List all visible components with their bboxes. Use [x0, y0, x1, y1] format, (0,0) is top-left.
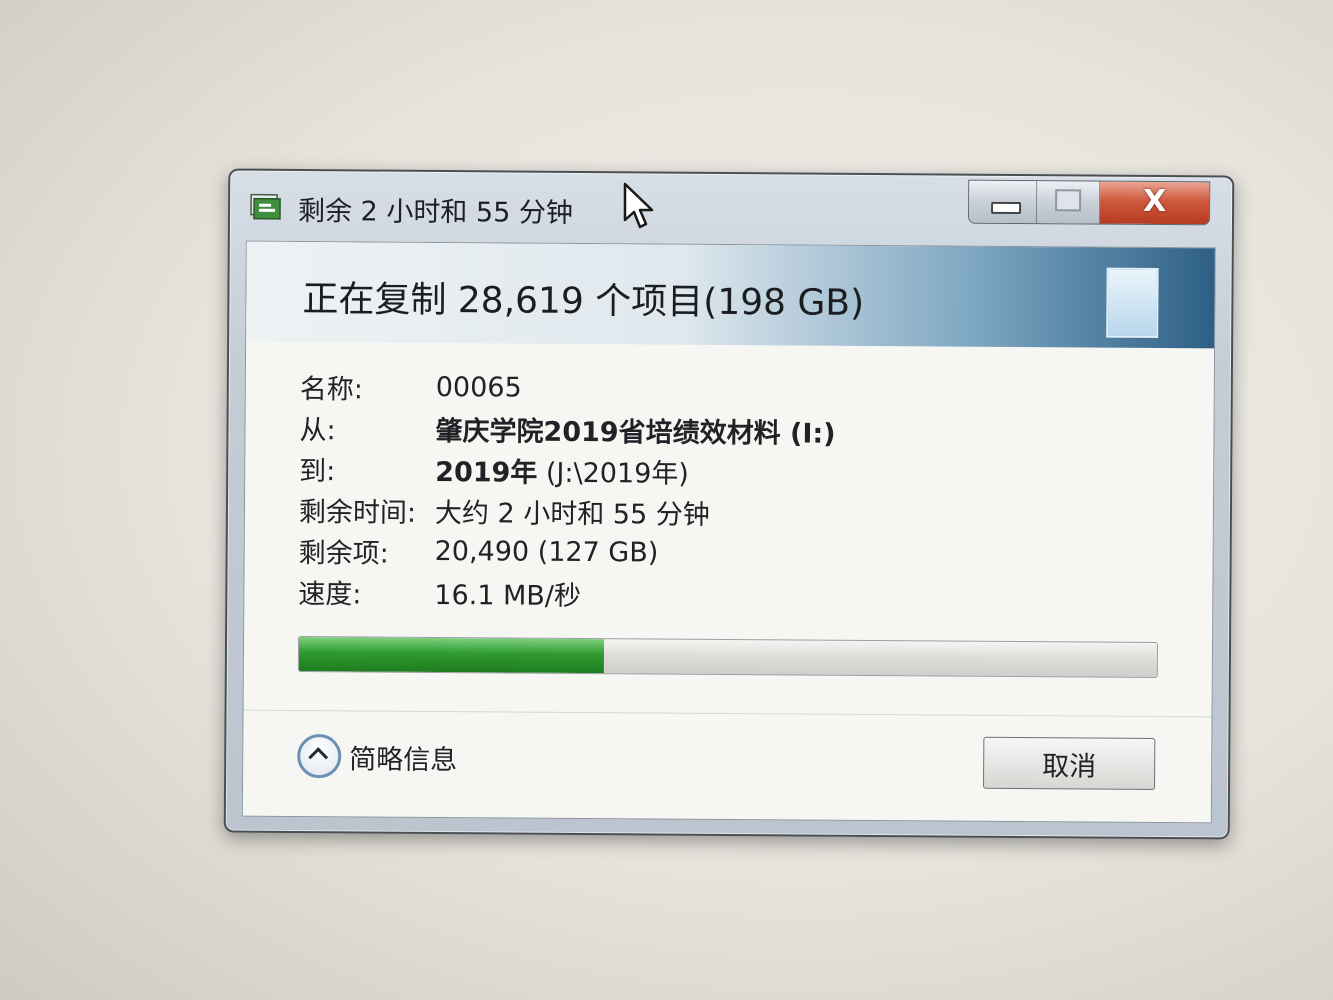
- chevron-up-icon[interactable]: [297, 733, 342, 779]
- detail-row-from: 从: 肇庆学院2019省培绩效材料 (I:): [299, 407, 939, 452]
- detail-label: 剩余项:: [298, 537, 389, 570]
- cancel-button[interactable]: 取消: [983, 736, 1156, 790]
- fewer-details-toggle[interactable]: 简略信息: [297, 733, 457, 779]
- detail-label: 从:: [299, 415, 336, 447]
- detail-label: 到:: [299, 455, 336, 488]
- minimize-icon: [991, 201, 1022, 215]
- destination-path: (J:\2019年): [537, 457, 690, 490]
- details-list: 名称: 00065 从: 肇庆学院2019省培绩效材料 (I:) 到: 2019…: [298, 366, 940, 616]
- source-link[interactable]: 肇庆学院2019省培绩效材料 (I:): [435, 416, 835, 450]
- detail-value: 16.1 MB/秒: [434, 579, 582, 612]
- detail-value[interactable]: 2019年 (J:\2019年): [435, 450, 689, 491]
- footer-separator: [243, 709, 1212, 718]
- detail-row-items-remaining: 剩余项: 20,490 (127 GB): [299, 530, 939, 575]
- detail-label: 名称:: [299, 374, 364, 406]
- dialog-body: 正在复制 28,619 个项目(198 GB) 名称: 00065 从: 肇庆学…: [241, 240, 1216, 824]
- copy-progress-dialog: 剩余 2 小时和 55 分钟 X 正在复制 28,619 个项目(198 GB)…: [223, 168, 1235, 840]
- fewer-details-label[interactable]: 简略信息: [349, 737, 457, 777]
- minimize-button[interactable]: [968, 180, 1038, 224]
- detail-value: 大约 2 小时和 55 分钟: [434, 497, 710, 531]
- progress-fill: [298, 637, 604, 674]
- copy-progress-bar: [297, 635, 1159, 678]
- window-title: 剩余 2 小时和 55 分钟: [297, 195, 574, 229]
- close-button[interactable]: X: [1099, 181, 1210, 225]
- detail-label: 速度:: [298, 578, 362, 611]
- detail-row-name: 名称: 00065: [300, 366, 940, 411]
- maximize-button[interactable]: [1037, 181, 1101, 224]
- detail-value: 00065: [435, 371, 522, 404]
- detail-label: 剩余时间:: [298, 496, 417, 529]
- caption-buttons: X: [967, 179, 1211, 226]
- title-bar[interactable]: 剩余 2 小时和 55 分钟 X: [230, 171, 1232, 250]
- close-icon: X: [1142, 183, 1167, 220]
- detail-value: 20,490 (127 GB): [434, 535, 659, 569]
- document-icon: [1106, 267, 1159, 338]
- destination-link[interactable]: 2019年: [435, 457, 537, 489]
- maximize-icon: [1055, 189, 1082, 212]
- detail-value[interactable]: 肇庆学院2019省培绩效材料 (I:): [435, 409, 835, 451]
- detail-row-to: 到: 2019年 (J:\2019年): [299, 448, 939, 493]
- header-band: 正在复制 28,619 个项目(198 GB): [246, 241, 1215, 349]
- detail-row-speed: 速度: 16.1 MB/秒: [298, 571, 938, 616]
- copy-files-icon: [250, 193, 281, 220]
- detail-row-time-remaining: 剩余时间: 大约 2 小时和 55 分钟: [299, 489, 939, 534]
- copy-summary-heading: 正在复制 28,619 个项目(198 GB): [302, 279, 865, 324]
- mouse-pointer-icon: [623, 182, 654, 229]
